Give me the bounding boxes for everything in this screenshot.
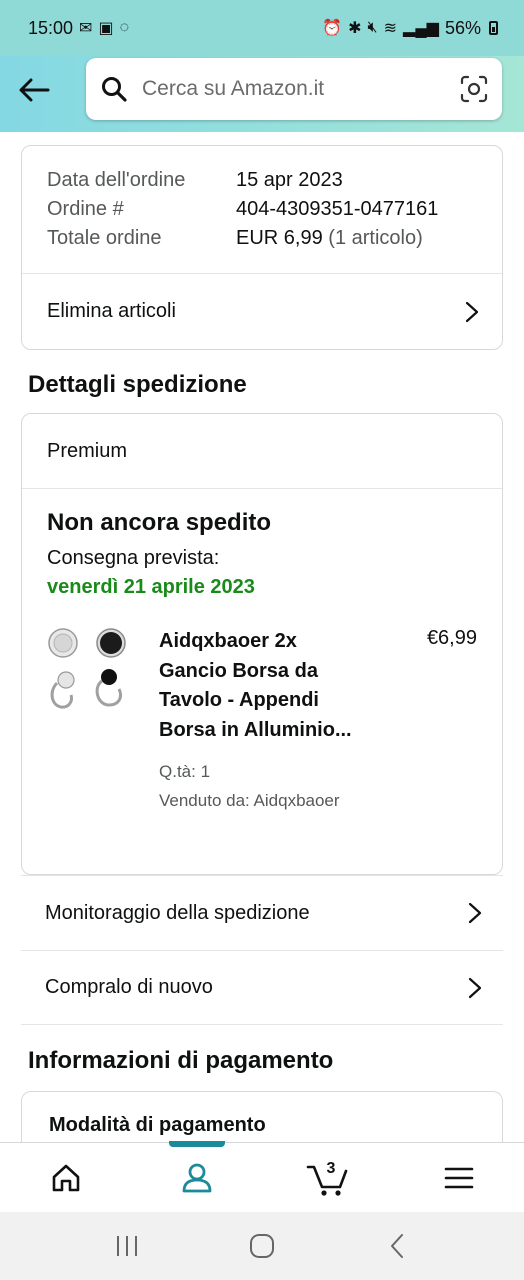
shipping-section-title: Dettagli spedizione [28, 371, 247, 398]
battery-icon [489, 21, 498, 35]
shipping-service: Premium [22, 414, 502, 489]
buy-again-label: Compralo di nuovo [45, 976, 213, 998]
status-bar: 15:00 ✉ ▣ ◌ ⏰ ✱ 🔇︎ ≋ ▂▄▆ 56% [0, 0, 524, 56]
track-shipment-label: Monitoraggio della spedizione [45, 901, 310, 924]
delete-items-label: Elimina articoli [47, 300, 176, 322]
status-left: 15:00 ✉ ▣ ◌ [28, 18, 129, 39]
product-seller: Venduto da: Aidqxbaoer [159, 791, 340, 810]
delete-items-link[interactable]: Elimina articoli [22, 274, 502, 349]
cart-icon: 3 [306, 1160, 347, 1196]
app-header [0, 56, 524, 132]
menu-icon [444, 1167, 473, 1188]
order-info: Data dell'ordine 15 apr 2023 Ordine # 40… [22, 146, 502, 274]
status-time: 15:00 [28, 17, 74, 38]
order-date-row: Data dell'ordine 15 apr 2023 [47, 166, 477, 195]
product-quantity: Q.tà: 1 [159, 762, 211, 781]
search-bar[interactable] [86, 58, 502, 120]
system-nav-bar [0, 1212, 524, 1280]
whatsapp-icon: ◌ [119, 19, 130, 36]
product-image[interactable] [47, 627, 135, 715]
home-system-button[interactable] [232, 1221, 292, 1271]
nav-account[interactable] [157, 1140, 237, 1213]
cart-count: 3 [326, 1160, 335, 1177]
order-number-label: Ordine # [47, 198, 124, 220]
wifi-icon: ≋ [383, 20, 398, 37]
recent-apps-button[interactable] [97, 1221, 157, 1271]
product-title[interactable]: Aidqxbaoer 2x Gancio Borsa da Tavolo - A… [159, 627, 359, 745]
account-icon [182, 1163, 211, 1192]
signal-icon: ▂▄▆ [403, 20, 439, 37]
order-total-row: Totale ordine EUR 6,99 (1 articolo) [47, 224, 477, 253]
order-item-count: (1 articolo) [328, 227, 423, 249]
active-tab-indicator [168, 1140, 225, 1147]
bluetooth-icon: ✱ [348, 20, 362, 37]
back-system-button[interactable] [367, 1221, 427, 1271]
payment-method-label: Modalità di pagamento [49, 1114, 266, 1136]
home-icon [52, 1164, 79, 1191]
product-price: €6,99 [426, 627, 477, 649]
search-icon [100, 75, 128, 103]
chevron-right-icon [468, 977, 482, 998]
home-circle-icon [249, 1234, 274, 1258]
shipment-status: Non ancora spedito [47, 509, 272, 536]
recent-apps-icon [117, 1236, 138, 1256]
product-meta: Q.tà: 1 Venduto da: Aidqxbaoer [159, 757, 359, 815]
chevron-right-icon [468, 902, 482, 924]
bag-hook-image [48, 628, 126, 709]
shipment-card: Premium Non ancora spedito Consegna prev… [21, 413, 503, 875]
order-summary-card: Data dell'ordine 15 apr 2023 Ordine # 40… [21, 145, 503, 350]
track-shipment-link[interactable]: Monitoraggio della spedizione [21, 875, 503, 950]
status-right: ⏰ ✱ 🔇︎ ≋ ▂▄▆ 56% [322, 18, 498, 39]
delivery-label: Consegna prevista: [47, 547, 220, 569]
product-info: Aidqxbaoer 2x Gancio Borsa da Tavolo - A… [159, 627, 359, 815]
chevron-right-icon [465, 301, 479, 322]
back-button[interactable] [14, 70, 54, 110]
camera-scan-icon[interactable] [460, 75, 488, 103]
alarm-icon: ⏰ [322, 20, 343, 37]
order-number-value: 404-4309351-0477161 [236, 198, 439, 220]
gallery-icon: ▣ [98, 20, 114, 37]
order-number-row: Ordine # 404-4309351-0477161 [47, 195, 477, 224]
search-input[interactable] [142, 77, 460, 101]
battery-percent: 56% [444, 17, 481, 38]
bottom-nav: 3 [0, 1140, 524, 1213]
back-chevron-icon [390, 1234, 403, 1258]
order-details-content: Data dell'ordine 15 apr 2023 Ordine # 40… [0, 132, 524, 1142]
shipment-body: Non ancora spedito Consegna prevista: ve… [22, 489, 502, 815]
back-arrow-icon [19, 78, 50, 102]
delivery-date: venerdì 21 aprile 2023 [47, 576, 255, 598]
nav-home[interactable] [26, 1143, 106, 1213]
payment-section-title: Informazioni di pagamento [28, 1047, 334, 1074]
product-item[interactable]: Aidqxbaoer 2x Gancio Borsa da Tavolo - A… [47, 627, 477, 815]
payment-card: Modalità di pagamento [21, 1091, 503, 1142]
nav-menu[interactable] [419, 1143, 499, 1213]
mute-icon: 🔇︎ [367, 19, 378, 36]
order-total-label: Totale ordine [47, 227, 162, 249]
nav-cart[interactable]: 3 [288, 1143, 368, 1213]
order-date-label: Data dell'ordine [47, 169, 186, 191]
order-total-value: EUR 6,99 [236, 227, 323, 249]
buy-again-link[interactable]: Compralo di nuovo [21, 950, 503, 1025]
gmail-icon: ✉ [79, 20, 93, 37]
order-total-value-wrap: EUR 6,99 (1 articolo) [236, 224, 423, 253]
order-date-value: 15 apr 2023 [236, 169, 343, 191]
